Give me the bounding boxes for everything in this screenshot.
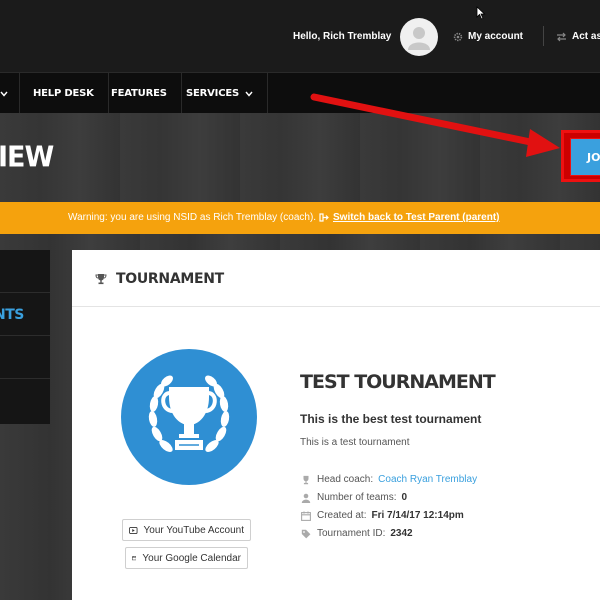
panel-title: TOURNAMENT (116, 271, 224, 287)
my-account-label: My account (468, 31, 524, 42)
switch-back-label: Switch back to Test Parent (parent) (333, 212, 500, 223)
impersonation-warning: Warning: you are using NSID as Rich Trem… (0, 202, 600, 234)
nav-item-help-desk[interactable]: HELP DESK (19, 73, 109, 114)
avatar[interactable] (400, 18, 438, 56)
act-as-label: Act as (572, 31, 600, 42)
signout-icon (319, 213, 329, 222)
main-nav: HELP DESK FEATURES SERVICES (0, 72, 600, 114)
head-coach-link[interactable]: Coach Ryan Tremblay (378, 474, 477, 485)
head-coach-row: Head coach: Coach Ryan Tremblay (300, 474, 477, 485)
nav-item-services[interactable]: SERVICES (172, 73, 268, 114)
top-bar: Hello, Rich Tremblay My account Act as (0, 0, 600, 72)
join-button[interactable]: JO (570, 138, 600, 176)
trophy-icon (95, 274, 107, 285)
tournament-id-row: Tournament ID: 2342 (300, 528, 413, 539)
chevron-down-icon (0, 91, 8, 97)
nav-label: FEATURES (111, 88, 167, 99)
gear-icon (453, 32, 463, 41)
switch-back-link[interactable]: Switch back to Test Parent (parent) (319, 212, 500, 223)
google-calendar-label: Your Google Calendar (142, 552, 241, 564)
nav-label: HELP DESK (33, 88, 94, 99)
youtube-account-button[interactable]: Your YouTube Account (122, 519, 251, 541)
swap-icon (557, 32, 566, 41)
team-count-value: 0 (401, 492, 408, 503)
tag-icon (300, 529, 312, 539)
side-menu-item[interactable] (0, 336, 50, 379)
divider (543, 26, 544, 46)
nav-item-features[interactable]: FEATURES (97, 73, 182, 114)
head-coach-label: Head coach: (317, 474, 374, 485)
nav-item-previous[interactable] (0, 73, 20, 114)
youtube-account-label: Your YouTube Account (143, 524, 244, 536)
tournament-name: TEST TOURNAMENT (300, 371, 496, 393)
warning-text: Warning: you are using NSID as Rich Trem… (68, 212, 317, 223)
tournament-id-value: 2342 (390, 528, 413, 539)
side-menu-item[interactable] (0, 379, 50, 422)
trophy-icon (300, 475, 312, 485)
page-title: IEW (0, 141, 54, 174)
created-at-label: Created at: (317, 510, 367, 521)
my-account-link[interactable]: My account (453, 31, 523, 42)
page-header (0, 113, 600, 202)
user-avatar-icon (408, 27, 430, 50)
calendar-icon (300, 511, 312, 521)
tournament-description: This is a test tournament (300, 437, 410, 448)
youtube-icon (129, 526, 138, 534)
tournament-subtitle: This is the best test tournament (300, 412, 482, 426)
side-menu (0, 250, 50, 424)
created-at-value: Fri 7/14/17 12:14pm (371, 510, 464, 521)
nav-label: SERVICES (186, 88, 239, 99)
cursor-icon (476, 6, 486, 20)
side-menu-item[interactable] (0, 250, 50, 293)
user-greeting: Hello, Rich Tremblay (293, 31, 392, 42)
created-at-row: Created at: Fri 7/14/17 12:14pm (300, 510, 464, 521)
side-menu-active-label: NTS (0, 307, 24, 323)
team-count-row: Number of teams: 0 (300, 492, 407, 503)
chevron-down-icon (245, 91, 253, 97)
team-count-label: Number of teams: (317, 492, 397, 503)
tournament-logo-trophy-icon (121, 349, 257, 485)
user-icon (300, 493, 312, 503)
calendar-icon (132, 556, 137, 561)
google-calendar-button[interactable]: Your Google Calendar (125, 547, 248, 569)
tournament-id-label: Tournament ID: (317, 528, 386, 539)
act-as-link[interactable]: Act as (556, 31, 600, 42)
